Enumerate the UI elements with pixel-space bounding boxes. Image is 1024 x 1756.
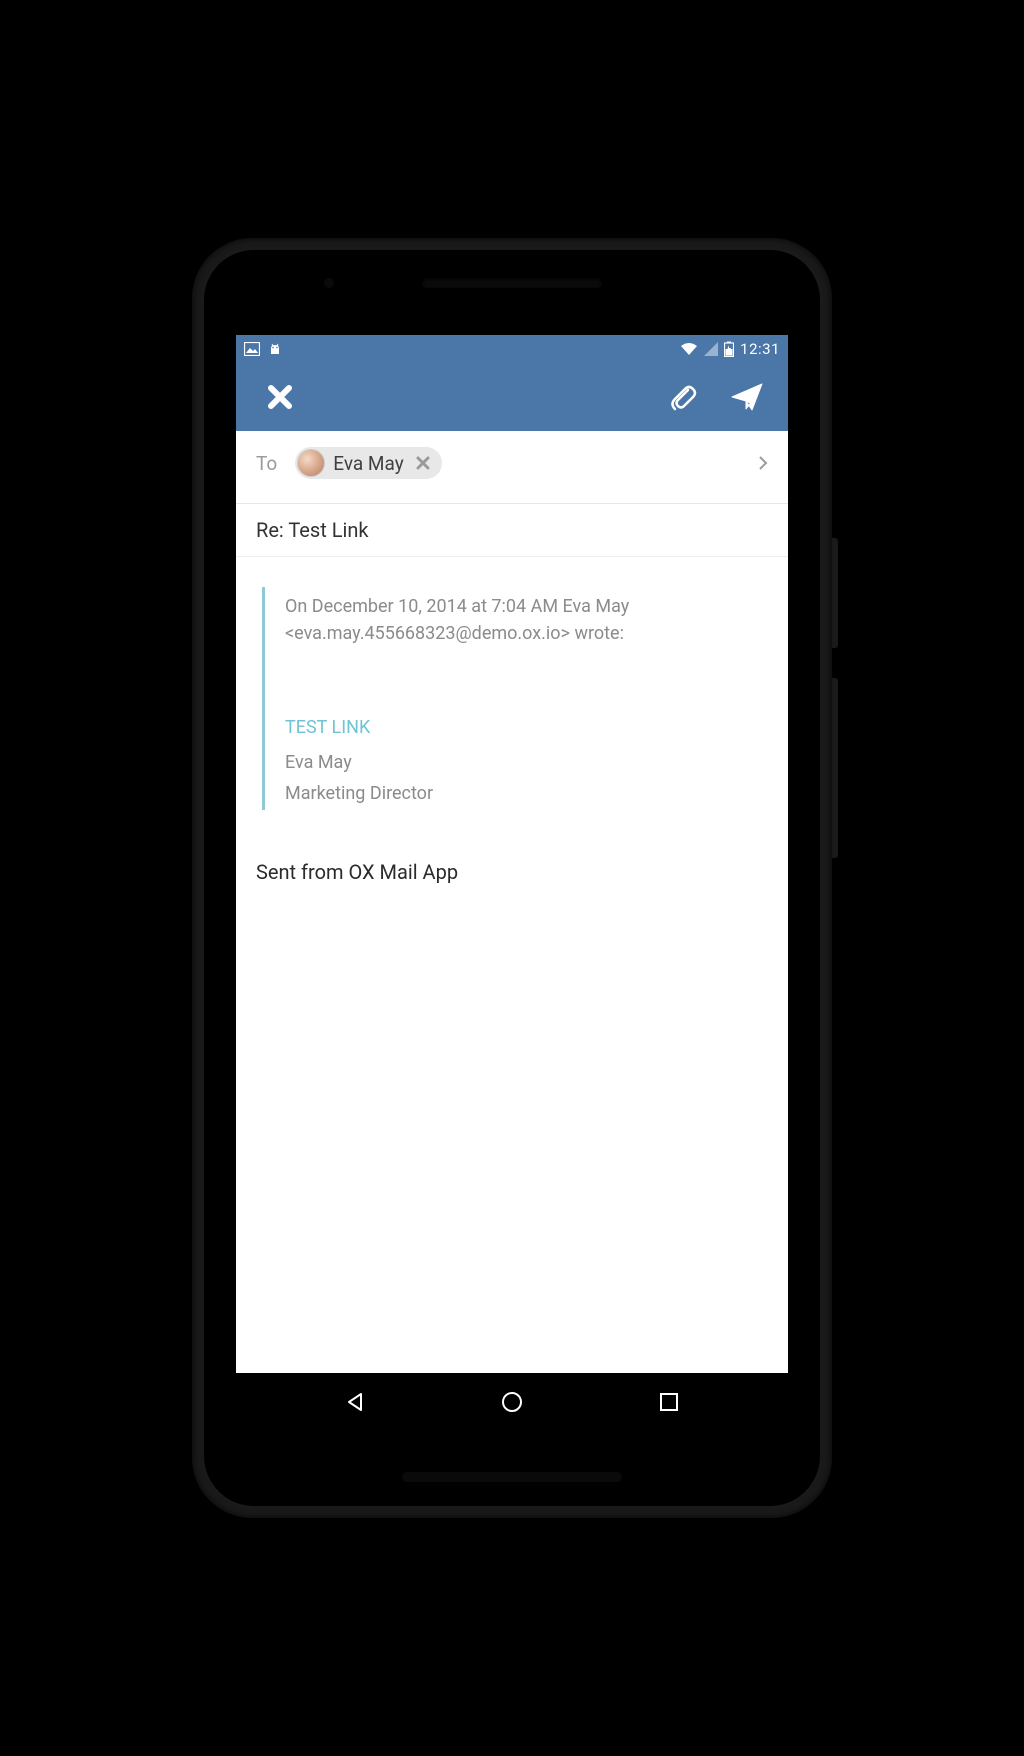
expand-recipients-button[interactable] [758,455,768,471]
circle-home-icon [500,1390,524,1414]
phone-volume-button [832,678,838,858]
phone-power-button [832,538,838,648]
send-icon [730,382,764,412]
recipient-name: Eva May [333,452,403,475]
phone-camera [324,278,334,288]
signal-icon [704,342,718,356]
image-icon [244,342,260,356]
phone-bottom-speaker [402,1472,622,1482]
phone-speaker [422,278,602,288]
screen: 12:31 To Eva May [236,335,788,1431]
wifi-icon [680,342,698,356]
attach-button[interactable] [662,376,704,418]
status-bar: 12:31 [236,335,788,363]
to-label: To [256,452,277,475]
app-bar [236,363,788,431]
quote-header: On December 10, 2014 at 7:04 AM Eva May … [285,593,768,647]
recent-apps-button[interactable] [655,1388,683,1416]
quote-signature-title: Marketing Director [285,783,768,804]
signature-text: Sent from OX Mail App [256,860,768,884]
close-icon [266,383,294,411]
send-button[interactable] [724,376,770,418]
chevron-right-icon [758,455,768,471]
subject-row[interactable]: Re: Test Link [236,504,788,557]
message-body[interactable]: On December 10, 2014 at 7:04 AM Eva May … [236,557,788,1373]
to-row[interactable]: To Eva May [236,431,788,504]
paperclip-icon [668,382,698,412]
close-button[interactable] [260,377,300,417]
quote-signature-name: Eva May [285,752,768,773]
square-recent-icon [659,1392,679,1412]
android-nav-bar [236,1373,788,1431]
android-icon [268,342,282,356]
remove-recipient-button[interactable] [412,456,434,470]
triangle-back-icon [344,1391,366,1413]
close-icon [416,456,430,470]
subject-input[interactable]: Re: Test Link [256,518,768,542]
battery-icon [724,341,734,357]
recipient-chip[interactable]: Eva May [295,447,441,479]
phone-frame: 12:31 To Eva May [192,238,832,1518]
status-time: 12:31 [740,340,780,358]
home-button[interactable] [498,1388,526,1416]
quote-block: On December 10, 2014 at 7:04 AM Eva May … [262,587,768,810]
avatar [297,449,325,477]
back-button[interactable] [341,1388,369,1416]
quote-link[interactable]: TEST LINK [285,717,768,738]
